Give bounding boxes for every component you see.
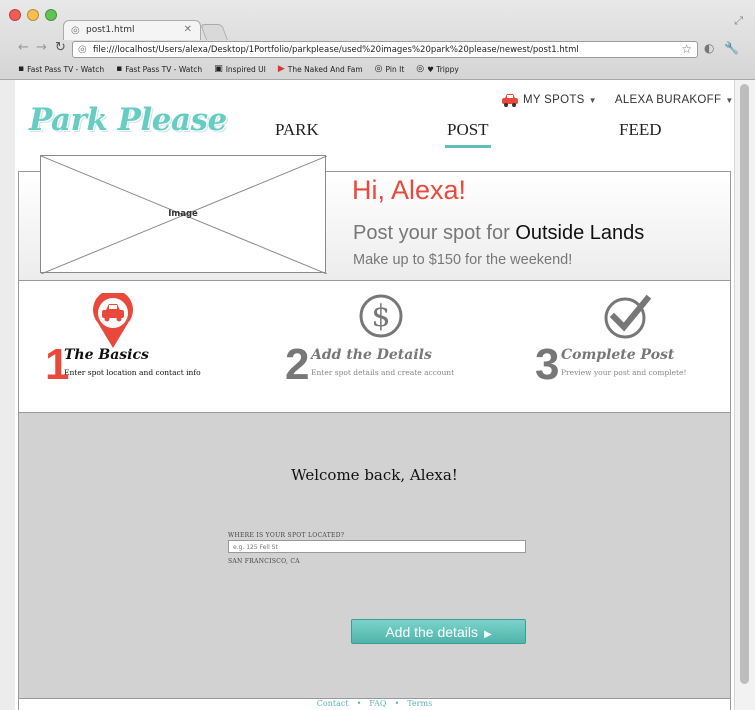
scrollbar-thumb[interactable] [740, 84, 749, 684]
bullet-separator: • [394, 699, 400, 708]
post-headline: Post your spot for Outside Lands [353, 222, 644, 245]
post-prefix: Post your spot for [353, 222, 510, 244]
step-title: Add the Details [311, 347, 432, 363]
minimize-window-button[interactable] [27, 9, 39, 21]
footer-link-terms[interactable]: Terms [407, 699, 432, 708]
location-form: Welcome back, Alexa! WHERE IS YOUR SPOT … [18, 413, 731, 698]
new-tab-button[interactable] [200, 24, 228, 40]
fullscreen-icon[interactable]: ⤢ [734, 14, 743, 28]
user-menu[interactable]: ALEXA BURAKOFF ▼ [615, 94, 734, 106]
forward-arrow-icon[interactable]: → [36, 40, 47, 55]
svg-text:$: $ [371, 299, 390, 334]
dollar-circle-icon: $ [359, 294, 403, 338]
play-arrow-icon: ▶ [483, 629, 492, 640]
bookmark-item[interactable]: ▪ Fast Pass TV - Watch [18, 64, 104, 74]
web-page: Park Please MY SPOTS ▼ ALEXA BURAKOFF ▼ … [15, 80, 734, 710]
add-details-label: Add the details [385, 624, 478, 640]
page-icon: ◎ [71, 25, 80, 36]
footer-links: Contact • FAQ • Terms [19, 699, 730, 708]
car-icon [502, 94, 518, 107]
user-nav: MY SPOTS ▼ ALEXA BURAKOFF ▼ [501, 93, 733, 107]
nav-park[interactable]: PARK [275, 120, 319, 140]
close-window-button[interactable] [9, 9, 21, 21]
bookmark-item[interactable]: ▶ The Naked And Fam [278, 64, 363, 74]
address-bar[interactable]: ◎ file:///localhost/Users/alexa/Desktop/… [72, 41, 698, 58]
progress-steps: 1 The Basics Enter spot location and con… [18, 280, 731, 413]
site-logo[interactable]: Park Please [29, 102, 227, 138]
tab-title: post1.html [86, 25, 135, 35]
step-subtitle: Preview your post and complete! [561, 368, 687, 377]
nav-feed[interactable]: FEED [619, 120, 662, 140]
check-circle-icon [604, 294, 652, 339]
close-tab-icon[interactable]: ✕ [184, 24, 192, 35]
step-subtitle: Enter spot location and contact info [64, 368, 201, 377]
reload-icon[interactable]: ↻ [55, 40, 66, 55]
bullet-separator: • [356, 699, 362, 708]
step-number: 2 [285, 340, 310, 389]
chevron-down-icon: ▼ [588, 95, 597, 105]
nav-post[interactable]: POST [445, 120, 491, 148]
window-controls [9, 9, 57, 21]
my-spots-menu[interactable]: MY SPOTS ▼ [501, 93, 597, 107]
city-text: SAN FRANCISCO, CA [228, 558, 300, 565]
add-details-button[interactable]: Add the details ▶ [351, 619, 526, 644]
step-title: The Basics [64, 347, 149, 363]
footer-link-contact[interactable]: Contact [317, 699, 349, 708]
footer-link-faq[interactable]: FAQ [369, 699, 386, 708]
step-number: 3 [535, 340, 560, 389]
bookmark-item[interactable]: ▪ Fast Pass TV - Watch [116, 64, 202, 74]
my-spots-label: MY SPOTS [523, 94, 585, 106]
location-input[interactable] [228, 540, 526, 553]
tv-icon: ▪ [116, 64, 123, 74]
bookmark-star-icon[interactable]: ☆ [681, 42, 692, 56]
greeting: Hi, Alexa! [352, 175, 467, 205]
address-text: file:///localhost/Users/alexa/Desktop/1P… [93, 45, 579, 55]
image-placeholder: Image [40, 155, 327, 274]
browser-toolbar: ← → ↻ ◎ file:///localhost/Users/alexa/De… [0, 40, 755, 59]
back-arrow-icon[interactable]: ← [18, 40, 29, 55]
event-name: Outside Lands [515, 222, 645, 244]
browser-tab[interactable]: ◎ post1.html ✕ [63, 20, 201, 40]
tv-icon: ▪ [18, 64, 25, 74]
footer: Contact • FAQ • Terms [18, 698, 731, 710]
chevron-down-icon: ▼ [725, 95, 734, 105]
bookmark-item[interactable]: ◎ ♥ Trippy [416, 64, 459, 74]
bookmarks-bar: ▪ Fast Pass TV - Watch ▪ Fast Pass TV - … [0, 60, 755, 78]
step-subtitle: Enter spot details and create account [311, 368, 455, 377]
zoom-window-button[interactable] [45, 9, 57, 21]
step-title: Complete Post [561, 347, 675, 363]
user-name: ALEXA BURAKOFF [614, 94, 722, 106]
youtube-icon: ▶ [277, 64, 285, 74]
browser-chrome: ◎ post1.html ✕ ⤢ ← → ↻ ◎ file:///localho… [0, 0, 755, 80]
image-label: Image [168, 209, 198, 219]
car-location-pin-icon [93, 293, 133, 348]
welcome-heading: Welcome back, Alexa! [291, 466, 458, 484]
globe-icon: ◎ [374, 64, 383, 74]
vertical-scrollbar[interactable] [734, 80, 755, 710]
ui-icon: ▣ [214, 64, 223, 74]
globe-icon: ◎ [416, 64, 425, 74]
bookmark-item[interactable]: ▣ Inspired UI [214, 64, 266, 74]
bookmark-item[interactable]: ◎ Pin It [375, 64, 405, 74]
wrench-icon[interactable]: 🔧 [724, 41, 739, 55]
earn-text: Make up to $150 for the weekend! [353, 252, 573, 268]
location-label: WHERE IS YOUR SPOT LOCATED? [228, 532, 345, 539]
page-icon: ◎ [78, 44, 87, 55]
extension-icon[interactable]: ◐ [704, 41, 714, 55]
